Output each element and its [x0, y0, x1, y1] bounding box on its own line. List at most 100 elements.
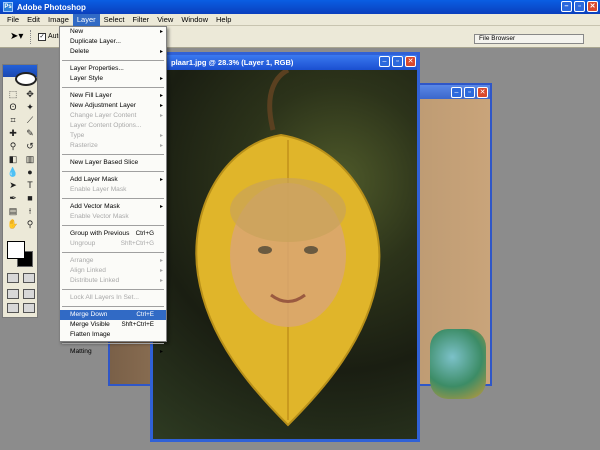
- full-screen-button[interactable]: [7, 303, 19, 313]
- hand-tool-icon[interactable]: ✋: [6, 219, 20, 230]
- lasso-tool-icon[interactable]: ʘ: [6, 102, 20, 113]
- standard-mode-button[interactable]: [7, 273, 19, 283]
- clone-stamp-icon[interactable]: ⚲: [6, 141, 20, 152]
- maximize-button[interactable]: ▫: [574, 1, 585, 12]
- options-grip[interactable]: [30, 30, 32, 44]
- leaf-face-image: [195, 70, 381, 427]
- menu-separator: [62, 289, 164, 290]
- app-title: Adobe Photoshop: [17, 2, 86, 12]
- menu-item-new-adjustment-layer[interactable]: New Adjustment Layer ▸: [60, 101, 166, 111]
- photoshop-eye-logo[interactable]: [15, 72, 37, 86]
- submenu-arrow-icon: ▸: [159, 278, 163, 284]
- bg-close-button[interactable]: ✕: [477, 87, 488, 98]
- full-screen-menu-button[interactable]: [23, 289, 35, 299]
- menu-layer[interactable]: Layer: [72, 13, 100, 26]
- menu-item-label: Delete: [70, 48, 90, 55]
- marquee-tool-icon[interactable]: ⬚: [6, 89, 20, 100]
- menu-item-rasterize[interactable]: Rasterize ▸: [60, 141, 166, 151]
- document-window[interactable]: plaar1.jpg @ 28.3% (Layer 1, RGB) – ▫ ✕: [150, 52, 420, 442]
- menu-item-layer-properties[interactable]: Layer Properties...: [60, 64, 166, 74]
- menu-item-new-layer-based-slice[interactable]: New Layer Based Slice: [60, 158, 166, 168]
- quick-mask-button[interactable]: [23, 273, 35, 283]
- menu-item-enable-vector-mask[interactable]: Enable Vector Mask: [60, 212, 166, 222]
- menu-item-delete[interactable]: Delete ▸: [60, 47, 166, 57]
- menu-edit[interactable]: Edit: [23, 14, 44, 26]
- submenu-arrow-icon: ▸: [159, 76, 163, 82]
- close-button[interactable]: ✕: [587, 1, 598, 12]
- menu-file[interactable]: File: [3, 14, 23, 26]
- gradient-tool-icon[interactable]: ▥: [23, 154, 37, 165]
- notes-tool-icon[interactable]: ▤: [6, 206, 20, 217]
- menu-item-flatten-image[interactable]: Flatten Image: [60, 330, 166, 340]
- eyedropper-icon[interactable]: ⟊: [23, 206, 37, 217]
- bg-minimize-button[interactable]: –: [451, 87, 462, 98]
- slice-tool-icon[interactable]: ⟋: [23, 115, 37, 126]
- blur-tool-icon[interactable]: 💧: [6, 167, 20, 178]
- menu-item-type[interactable]: Type ▸: [60, 131, 166, 141]
- menu-item-enable-layer-mask[interactable]: Enable Layer Mask: [60, 185, 166, 195]
- menu-item-add-layer-mask[interactable]: Add Layer Mask ▸: [60, 175, 166, 185]
- menu-item-matting[interactable]: Matting ▸: [60, 347, 166, 357]
- menu-image[interactable]: Image: [44, 14, 73, 26]
- menu-filter[interactable]: Filter: [129, 14, 154, 26]
- jump-to-imageready-button[interactable]: [23, 303, 35, 313]
- menu-item-arrange[interactable]: Arrange ▸: [60, 256, 166, 266]
- brush-tool-icon[interactable]: ✎: [23, 128, 37, 139]
- history-brush-icon[interactable]: ↺: [23, 141, 37, 152]
- eraser-tool-icon[interactable]: ◧: [6, 154, 20, 165]
- menu-separator: [62, 60, 164, 61]
- healing-brush-icon[interactable]: ✚: [6, 128, 20, 139]
- menu-item-duplicate-layer[interactable]: Duplicate Layer...: [60, 37, 166, 47]
- menu-item-merge-down[interactable]: Merge Down Ctrl+E: [60, 310, 166, 320]
- menu-item-layer-content-options[interactable]: Layer Content Options...: [60, 121, 166, 131]
- menu-item-label: Add Layer Mask: [70, 176, 118, 183]
- doc-close-button[interactable]: ✕: [405, 56, 416, 67]
- menu-item-new-fill-layer[interactable]: New Fill Layer ▸: [60, 91, 166, 101]
- menu-item-distribute-linked[interactable]: Distribute Linked ▸: [60, 276, 166, 286]
- menu-view[interactable]: View: [153, 14, 177, 26]
- shape-tool-icon[interactable]: ■: [23, 193, 37, 204]
- menu-help[interactable]: Help: [212, 14, 235, 26]
- submenu-arrow-icon: ▸: [159, 268, 163, 274]
- bg-maximize-button[interactable]: ▫: [464, 87, 475, 98]
- menu-item-lock-all-layers-in-set[interactable]: Lock All Layers In Set...: [60, 293, 166, 303]
- dodge-tool-icon[interactable]: ●: [23, 167, 37, 178]
- document-canvas[interactable]: [153, 70, 417, 439]
- layer-menu-dropdown: New ▸ Duplicate Layer... Delete ▸ Layer Prope…: [59, 26, 167, 355]
- auto-select-checkbox[interactable]: ✓: [38, 33, 46, 41]
- menu-item-label: Ungroup: [70, 240, 96, 247]
- standard-screen-button[interactable]: [7, 289, 19, 299]
- app-title-bar[interactable]: Ps Adobe Photoshop – ▫ ✕: [0, 0, 600, 14]
- file-browser-tab[interactable]: File Browser: [474, 34, 584, 44]
- mask-mode-row: [7, 273, 35, 283]
- move-tool-icon[interactable]: ✥: [23, 89, 37, 100]
- move-tool-icon[interactable]: ➤▾: [10, 31, 23, 42]
- doc-maximize-button[interactable]: ▫: [392, 56, 403, 67]
- doc-minimize-button[interactable]: –: [379, 56, 390, 67]
- pen-tool-icon[interactable]: ✒: [6, 193, 20, 204]
- menu-item-merge-visible[interactable]: Merge Visible Shft+Ctrl+E: [60, 320, 166, 330]
- path-select-icon[interactable]: ➤: [6, 180, 20, 191]
- menu-window[interactable]: Window: [177, 14, 212, 26]
- minimize-button[interactable]: –: [561, 1, 572, 12]
- submenu-arrow-icon: ▸: [159, 258, 163, 264]
- menu-item-ungroup[interactable]: Ungroup Shft+Ctrl+G: [60, 239, 166, 249]
- menu-item-align-linked[interactable]: Align Linked ▸: [60, 266, 166, 276]
- menu-select[interactable]: Select: [100, 14, 129, 26]
- magic-wand-icon[interactable]: ✦: [23, 102, 37, 113]
- menu-item-group-with-previous[interactable]: Group with Previous Ctrl+G: [60, 229, 166, 239]
- menu-item-add-vector-mask[interactable]: Add Vector Mask ▸: [60, 202, 166, 212]
- menu-item-label: Duplicate Layer...: [70, 38, 121, 45]
- foreground-color-swatch[interactable]: [7, 241, 25, 259]
- zoom-tool-icon[interactable]: ⚲: [23, 219, 37, 230]
- menu-item-new[interactable]: New ▸: [60, 27, 166, 37]
- menu-item-layer-style[interactable]: Layer Style ▸: [60, 74, 166, 84]
- menu-item-label: Group with Previous: [70, 230, 130, 237]
- menu-item-change-layer-content[interactable]: Change Layer Content ▸: [60, 111, 166, 121]
- menu-item-label: New Layer Based Slice: [70, 159, 139, 166]
- submenu-arrow-icon: ▸: [159, 29, 163, 35]
- crop-tool-icon[interactable]: ⌗: [6, 115, 20, 126]
- document-title-bar[interactable]: plaar1.jpg @ 28.3% (Layer 1, RGB): [153, 55, 417, 70]
- submenu-arrow-icon: ▸: [159, 49, 163, 55]
- type-tool-icon[interactable]: T: [23, 180, 37, 191]
